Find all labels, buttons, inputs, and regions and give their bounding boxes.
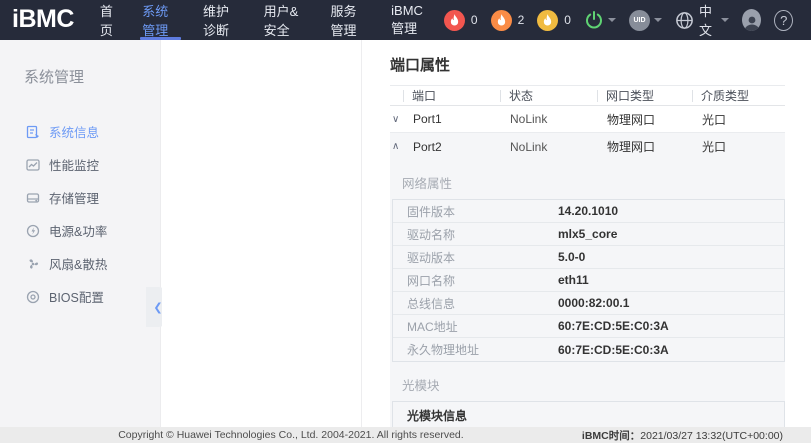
sidebar-item-label: 存储管理: [49, 188, 99, 207]
network-properties-table: 固件版本 14.20.1010 驱动名称 mlx5_core 驱动版本 5.0-…: [392, 199, 785, 362]
uid-indicator-dropdown[interactable]: UID: [629, 10, 662, 31]
power-control-dropdown[interactable]: [584, 10, 616, 30]
chevron-down-icon: [654, 18, 662, 22]
fan-icon: [26, 257, 40, 271]
page-title: 端口属性: [390, 54, 785, 75]
optical-module-info-header: 光模块信息: [393, 402, 784, 427]
chevron-down-icon: [721, 18, 729, 22]
chevron-down-icon: [608, 18, 616, 22]
column-header-port: 端口: [403, 90, 500, 102]
property-row-driver-version: 驱动版本 5.0-0: [393, 246, 784, 269]
port2-expanded-section: ∧ Port2 NoLink 物理网口 光口 网络属性 固件版本 14.20.1…: [390, 133, 785, 427]
document-info-icon: [26, 125, 40, 139]
port-name: Port1: [403, 112, 500, 126]
major-alarm-indicator[interactable]: 2: [491, 10, 525, 31]
critical-alarm-count: 0: [471, 13, 478, 27]
help-icon[interactable]: ?: [774, 10, 793, 31]
column-header-net-type: 网口类型: [597, 90, 692, 102]
uid-icon: UID: [629, 10, 650, 31]
storage-icon: [26, 191, 40, 205]
port-media-type: 光口: [692, 138, 785, 155]
sidebar-item-fan-cooling[interactable]: 风扇&散热: [0, 247, 160, 280]
minor-alarm-flame-icon: [537, 10, 558, 31]
language-selector[interactable]: 中文: [675, 1, 729, 39]
optical-module-section-title: 光模块: [390, 362, 785, 401]
ibmc-logo: iBMC: [0, 5, 88, 36]
gear-icon: [26, 290, 40, 304]
globe-icon: [675, 11, 694, 30]
sidebar-item-power[interactable]: 电源&功率: [0, 214, 160, 247]
user-avatar[interactable]: [742, 9, 761, 31]
nav-item-maintenance-diagnosis[interactable]: 维护诊断: [191, 0, 252, 40]
sidebar-item-system-info[interactable]: 系统信息: [0, 115, 160, 148]
sidebar-item-bios-config[interactable]: BIOS配置: [0, 280, 160, 313]
ibmc-screen: iBMC 首页 系统管理 维护诊断 用户&安全 服务管理 iBMC管理 0 2: [0, 0, 811, 443]
ports-table: 端口 状态 网口类型 介质类型 ∨ Port1 NoLink 物理网口 光口 ∧…: [390, 85, 785, 427]
sidebar-item-label: 性能监控: [49, 155, 99, 174]
nav-item-service-management[interactable]: 服务管理: [318, 0, 379, 40]
sidebar-menu: 系统信息 性能监控 存储管理 电源&功率: [0, 115, 160, 313]
sidebar-item-label: 系统信息: [49, 122, 99, 141]
critical-alarm-indicator[interactable]: 0: [444, 10, 478, 31]
minor-alarm-count: 0: [564, 13, 571, 27]
sidebar: 系统管理 系统信息 性能监控 存储管理: [0, 40, 161, 443]
port-media-type: 光口: [692, 111, 785, 128]
ibmc-time-label: iBMC时间：: [582, 430, 640, 442]
network-properties-section-title: 网络属性: [390, 160, 785, 199]
footer-bar: Copyright © Huawei Technologies Co., Ltd…: [0, 427, 811, 443]
main-content: 端口属性 端口 状态 网口类型 介质类型 ∨ Port1 NoLink 物理网口…: [162, 40, 811, 427]
sidebar-item-storage-management[interactable]: 存储管理: [0, 181, 160, 214]
major-alarm-count: 2: [518, 13, 525, 27]
column-header-media-type: 介质类型: [692, 90, 785, 102]
sidebar-item-label: 风扇&散热: [49, 254, 107, 273]
optical-module-table: 光模块信息 厂商 WTD 序列号 HN205200110043: [392, 401, 785, 427]
ibmc-time-value: 2021/03/27 13:32(UTC+00:00): [640, 430, 783, 442]
sidebar-item-label: BIOS配置: [49, 287, 104, 306]
content-left-column: [162, 40, 362, 427]
language-label: 中文: [699, 1, 717, 39]
port-name: Port2: [403, 140, 500, 154]
property-row-firmware-version: 固件版本 14.20.1010: [393, 200, 784, 223]
nav-item-home[interactable]: 首页: [88, 0, 130, 40]
sidebar-item-label: 电源&功率: [49, 221, 107, 240]
table-row-port2[interactable]: ∧ Port2 NoLink 物理网口 光口: [390, 133, 785, 160]
port-net-type: 物理网口: [597, 111, 692, 128]
port-status: NoLink: [500, 140, 597, 154]
minor-alarm-indicator[interactable]: 0: [537, 10, 571, 31]
nav-item-user-security[interactable]: 用户&安全: [252, 0, 319, 40]
copyright-text: Copyright © Huawei Technologies Co., Ltd…: [0, 429, 582, 441]
navbar-right-controls: 0 2 0 UID: [444, 1, 811, 39]
line-chart-icon: [26, 158, 40, 172]
top-navbar: iBMC 首页 系统管理 维护诊断 用户&安全 服务管理 iBMC管理 0 2: [0, 0, 811, 40]
nav-item-system-management[interactable]: 系统管理: [130, 0, 191, 40]
main-nav: 首页 系统管理 维护诊断 用户&安全 服务管理 iBMC管理: [88, 0, 444, 40]
power-gauge-icon: [26, 224, 40, 238]
nav-item-ibmc-management[interactable]: iBMC管理: [379, 0, 444, 40]
table-row-port1[interactable]: ∨ Port1 NoLink 物理网口 光口: [390, 106, 785, 133]
property-row-mac-address: MAC地址 60:7E:CD:5E:C0:3A: [393, 315, 784, 338]
major-alarm-flame-icon: [491, 10, 512, 31]
property-row-bus-info: 总线信息 0000:82:00.1: [393, 292, 784, 315]
ports-table-header: 端口 状态 网口类型 介质类型: [390, 86, 785, 106]
sidebar-item-performance-monitor[interactable]: 性能监控: [0, 148, 160, 181]
power-icon: [584, 10, 604, 30]
port-net-type: 物理网口: [597, 138, 692, 155]
collapse-chevron-up-icon[interactable]: ∧: [390, 141, 403, 152]
critical-alarm-flame-icon: [444, 10, 465, 31]
sidebar-title: 系统管理: [0, 40, 160, 87]
port-properties-panel: 端口属性 端口 状态 网口类型 介质类型 ∨ Port1 NoLink 物理网口…: [362, 40, 811, 427]
column-header-status: 状态: [500, 90, 597, 102]
property-row-driver-name: 驱动名称 mlx5_core: [393, 223, 784, 246]
port-status: NoLink: [500, 112, 597, 126]
ibmc-time: iBMC时间：2021/03/27 13:32(UTC+00:00): [582, 428, 811, 443]
property-row-permanent-mac: 永久物理地址 60:7E:CD:5E:C0:3A: [393, 338, 784, 361]
expand-chevron-down-icon[interactable]: ∨: [390, 114, 403, 125]
property-row-port-name: 网口名称 eth11: [393, 269, 784, 292]
